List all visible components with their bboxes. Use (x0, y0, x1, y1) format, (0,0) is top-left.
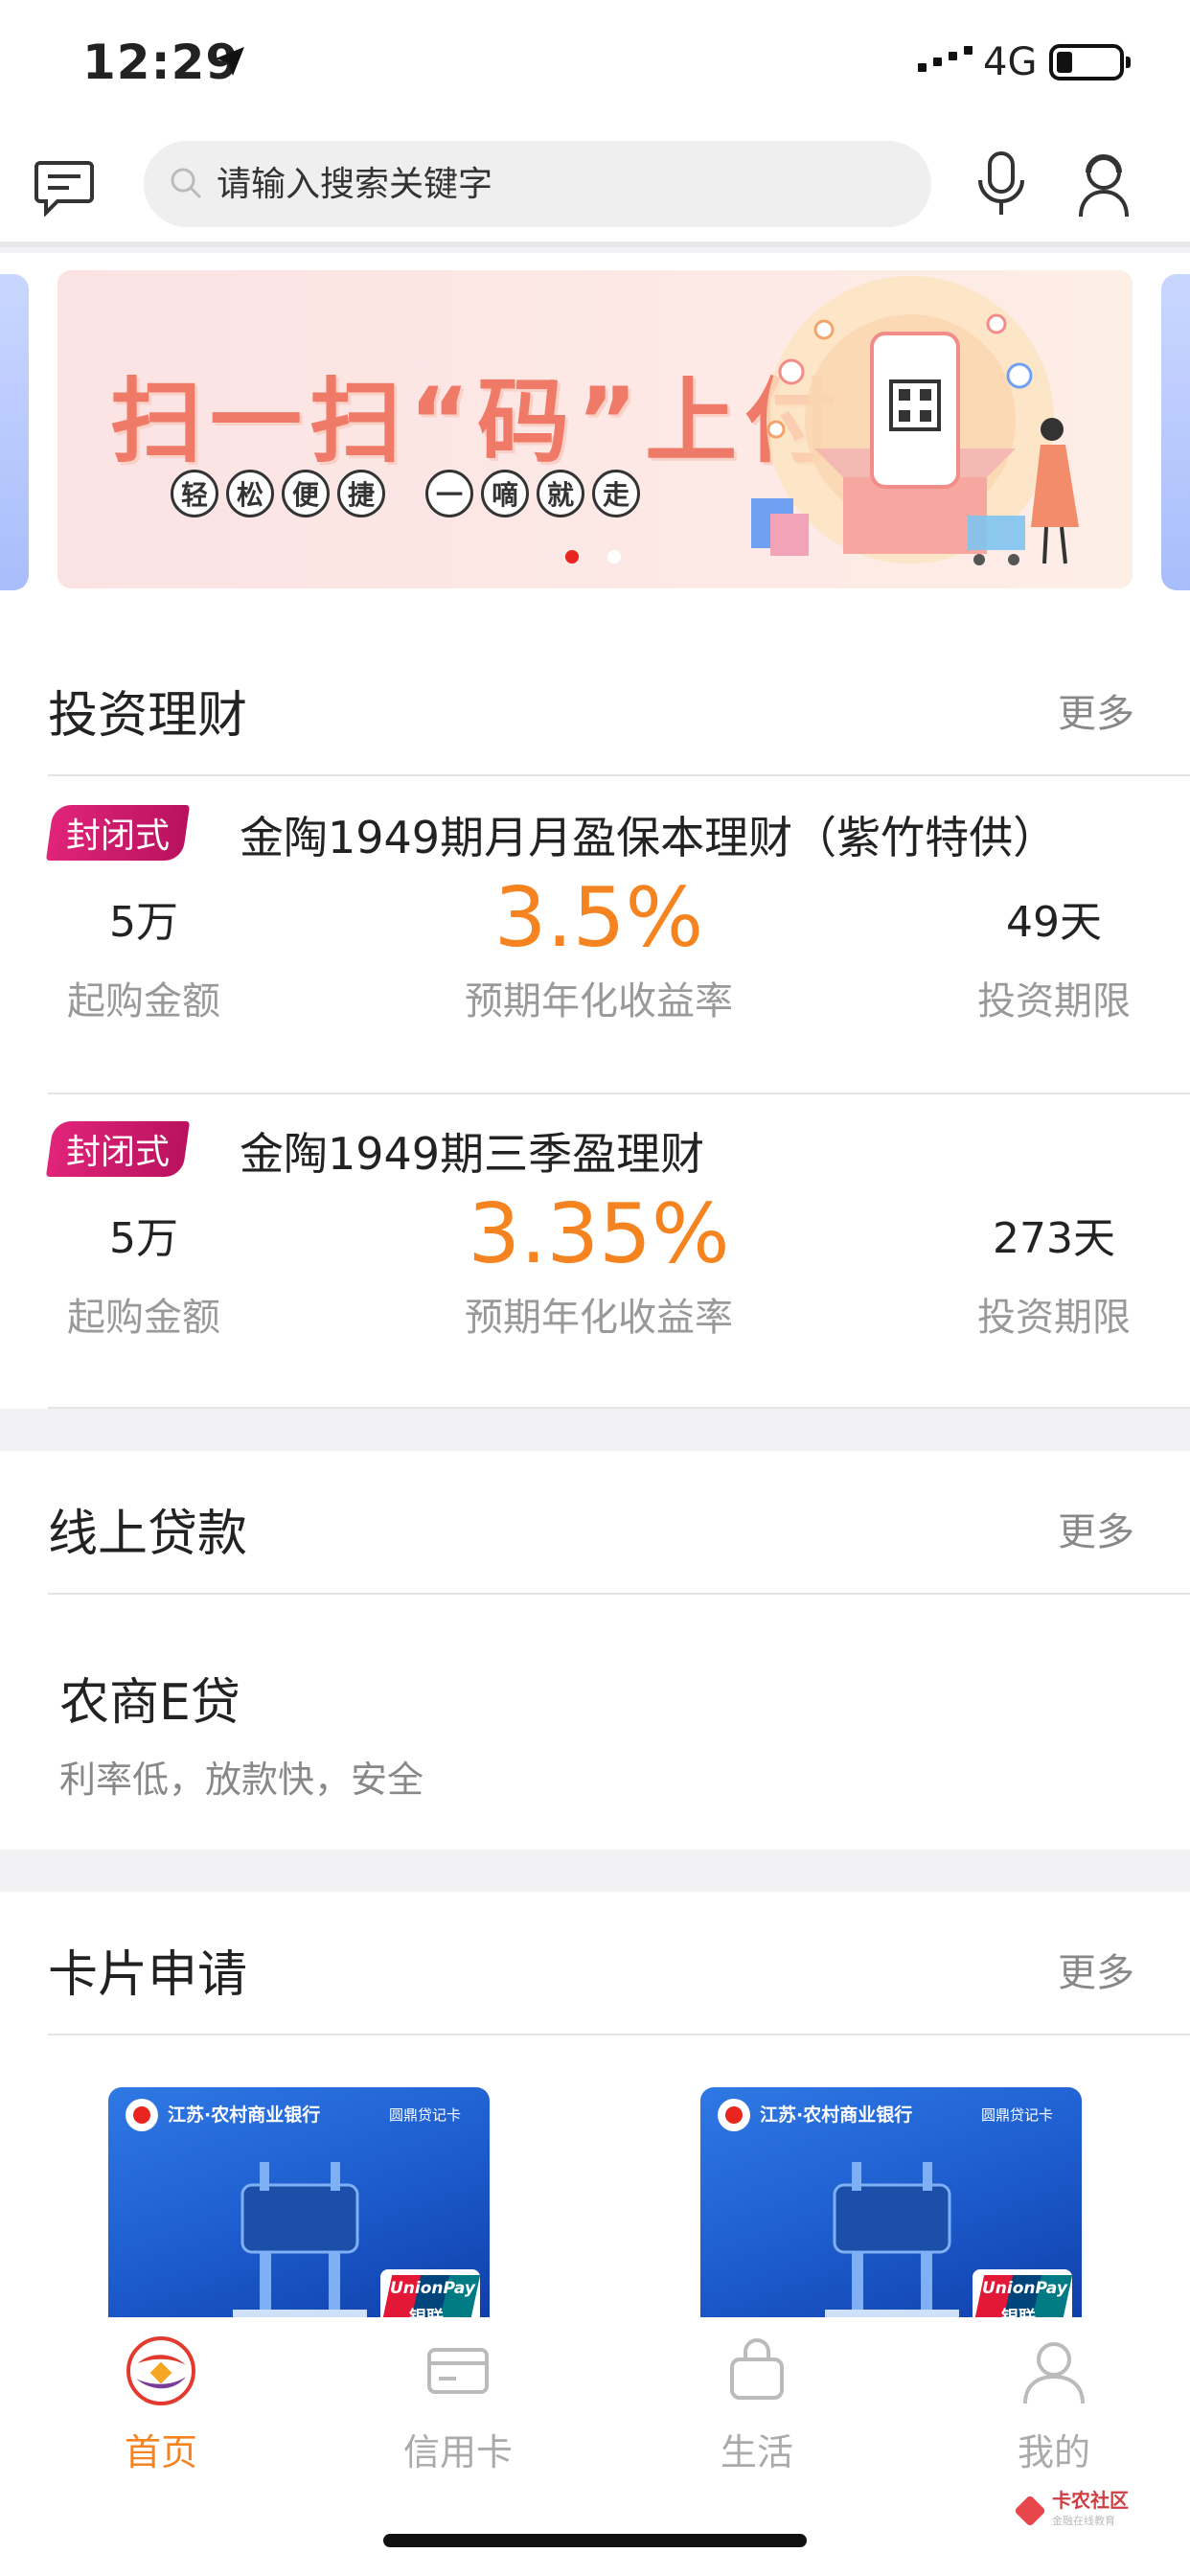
min-amount: 5万 起购金额 (67, 1214, 220, 1340)
shopping-bag-icon (730, 2338, 784, 2400)
banner-subtitle: 轻 松 便 捷 一 嘀 就 走 (171, 470, 640, 518)
investment-header: 投资理财 更多 (0, 632, 1190, 776)
divider (48, 2034, 1190, 2036)
tab-mine[interactable]: 我的 (958, 2336, 1150, 2475)
loan-header: 线上贷款 更多 (0, 1451, 1190, 1595)
network-label: 4G (983, 40, 1038, 84)
next-banner-peek (1161, 274, 1190, 590)
tab-label: 首页 (124, 2431, 197, 2473)
product-name: 金陶1949期三季盈理财 (240, 1128, 705, 1180)
person-icon (1023, 2342, 1085, 2404)
carousel-dots (565, 550, 621, 564)
search-bar[interactable] (144, 141, 931, 227)
closed-end-tag: 封闭式 (45, 805, 191, 861)
signal-icon (918, 46, 973, 72)
home-logo-icon (126, 2336, 195, 2405)
tab-life[interactable]: 生活 (661, 2336, 853, 2475)
investment-section: 投资理财 更多 封闭式 金陶1949期月月盈保本理财（紫竹特供） 5万 起购金额… (0, 632, 1190, 1409)
divider (48, 1407, 1190, 1409)
product-name: 金陶1949期月月盈保本理财（紫竹特供） (240, 812, 1058, 863)
loan-product-desc: 利率低，放款快，安全 (59, 1759, 424, 1801)
watermark: 卡农社区 金融在线教育 (1014, 2490, 1129, 2532)
tab-label: 我的 (1017, 2431, 1090, 2473)
card-kind: 圆鼎贷记卡 (388, 2106, 461, 2124)
expected-rate: 3.35% 预期年化收益率 (465, 1186, 733, 1340)
microphone-icon[interactable] (973, 150, 1030, 218)
status-bar: 12:29 4G (0, 0, 1190, 125)
loan-product-name[interactable]: 农商E贷 (59, 1662, 240, 1734)
credit-card-item[interactable]: 江苏·农村商业银行 圆鼎贷记卡 UnionPay 银联 (700, 2087, 1082, 2336)
ding-vessel-icon (233, 2162, 367, 2329)
banner-carousel[interactable]: 扫一扫“码”上付 轻 松 便 捷 一 嘀 就 走 (0, 253, 1190, 632)
top-header (0, 125, 1190, 247)
section-title: 卡片申请 (48, 1946, 248, 2004)
more-link[interactable]: 更多 (1058, 1501, 1134, 1556)
credit-card-item[interactable]: 江苏·农村商业银行 圆鼎贷记卡 UnionPay 银联 (108, 2087, 490, 2336)
section-title: 投资理财 (48, 687, 248, 745)
tab-label: 信用卡 (402, 2431, 513, 2473)
prev-banner-peek (0, 274, 29, 590)
loan-section: 线上贷款 更多 农商E贷 利率低，放款快，安全 (0, 1451, 1190, 1850)
card-bank-name: 江苏·农村商业银行 (168, 2104, 321, 2126)
section-title: 线上贷款 (48, 1506, 248, 1563)
divider (48, 1593, 1190, 1595)
investment-term: 49天 投资期限 (977, 898, 1131, 1024)
tab-home[interactable]: 首页 (65, 2336, 257, 2475)
home-indicator (383, 2534, 807, 2547)
battery-icon (1049, 44, 1131, 80)
bank-logo-icon (718, 2099, 750, 2131)
investment-term: 273天 投资期限 (977, 1214, 1131, 1340)
qr-phone-illustration (751, 276, 1079, 565)
more-link[interactable]: 更多 (1058, 682, 1134, 738)
tab-label: 生活 (720, 2431, 793, 2473)
app-screen: 12:29 4G 请输入搜索关键字 扫一扫“码”上付 轻 松 便 捷 一 嘀 就… (0, 0, 1190, 2576)
credit-card-icon (427, 2348, 489, 2394)
expected-rate: 3.5% 预期年化收益率 (465, 870, 733, 1024)
carousel-dot (607, 550, 621, 564)
cards-header: 卡片申请 更多 (0, 1892, 1190, 2036)
closed-end-tag: 封闭式 (45, 1121, 191, 1177)
product-card[interactable]: 封闭式 金陶1949期三季盈理财 5万 起购金额 3.35% 预期年化收益率 2… (0, 1092, 1190, 1409)
card-kind: 圆鼎贷记卡 (980, 2106, 1053, 2124)
customer-service-icon[interactable] (1073, 150, 1134, 218)
watermark-logo-icon (1014, 2495, 1046, 2527)
location-arrow-icon (216, 47, 244, 76)
search-input[interactable] (217, 141, 906, 227)
bank-logo-icon (126, 2099, 158, 2131)
product-card[interactable]: 封闭式 金陶1949期月月盈保本理财（紫竹特供） 5万 起购金额 3.5% 预期… (0, 776, 1190, 1092)
search-icon (171, 168, 202, 199)
tab-credit-card[interactable]: 信用卡 (362, 2336, 554, 2475)
min-amount: 5万 起购金额 (67, 898, 220, 1024)
carousel-dot-active (565, 550, 579, 564)
more-link[interactable]: 更多 (1058, 1942, 1134, 1997)
ding-vessel-icon (825, 2162, 959, 2329)
message-icon[interactable] (34, 159, 94, 217)
scan-pay-banner[interactable]: 扫一扫“码”上付 轻 松 便 捷 一 嘀 就 走 (57, 270, 1133, 588)
card-bank-name: 江苏·农村商业银行 (760, 2104, 913, 2126)
